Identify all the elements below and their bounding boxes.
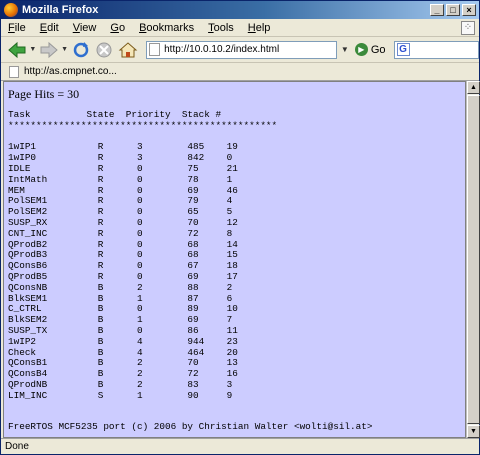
task-row: 1wIP2 B 4 944 23	[8, 335, 238, 347]
page-hits: Page Hits = 30	[8, 87, 80, 101]
scroll-down-button[interactable]: ▼	[467, 425, 480, 438]
menu-help[interactable]: Help	[241, 22, 278, 34]
reload-button[interactable]	[69, 40, 93, 60]
url-dropdown-icon[interactable]: ▼	[339, 41, 351, 59]
menu-view[interactable]: View	[66, 22, 104, 34]
task-row: CNT_INC R 0 72 8	[8, 227, 233, 239]
stop-icon	[96, 42, 112, 57]
task-row: 1wIP1 R 3 485 19	[8, 141, 238, 153]
task-row: QProdB5 R 0 69 17	[8, 270, 238, 282]
task-row: QConsNB B 2 88 2	[8, 281, 233, 293]
title-bar: Mozilla Firefox _ □ ×	[1, 1, 479, 19]
go-button[interactable]: ▶ Go	[354, 43, 386, 56]
forward-dropdown-icon[interactable]: ▼	[61, 46, 69, 53]
url-text[interactable]: http://10.0.10.2/index.html	[164, 44, 279, 55]
task-row: C_CTRL B 0 89 10	[8, 303, 238, 315]
task-row: QConsB4 B 2 72 16	[8, 368, 238, 380]
throbber-icon: ⁘	[461, 21, 475, 35]
home-icon	[118, 41, 138, 57]
close-button[interactable]: ×	[462, 4, 476, 16]
scroll-up-button[interactable]: ▲	[467, 81, 480, 94]
back-arrow-icon	[8, 41, 26, 58]
home-button[interactable]	[116, 40, 140, 60]
search-box[interactable]: G	[393, 40, 479, 59]
bookmark-page-icon	[9, 65, 19, 78]
minimize-button[interactable]: _	[430, 4, 444, 16]
task-row: QConsB1 B 2 70 13	[8, 357, 238, 369]
vertical-scrollbar[interactable]: ▲ ▼	[466, 81, 480, 438]
browser-window: Mozilla Firefox _ □ × File Edit View Go …	[0, 0, 480, 455]
window-controls: _ □ ×	[430, 4, 476, 16]
task-row: QConsB6 R 0 67 18	[8, 260, 238, 272]
bookmarks-toolbar: http://as.cmpnet.co...	[1, 63, 479, 81]
menu-bookmarks[interactable]: Bookmarks	[132, 22, 201, 34]
forward-button[interactable]	[37, 40, 61, 60]
reload-icon	[73, 41, 88, 57]
task-row: PolSEM1 R 0 79 4	[8, 195, 233, 207]
page-content: Page Hits = 30 Task State Priority Stack…	[3, 81, 466, 438]
task-row: 1wIP0 R 3 842 0	[8, 152, 233, 164]
task-row: BlkSEM2 B 1 69 7	[8, 314, 233, 326]
task-row: Check B 4 464 20	[8, 346, 238, 358]
menu-edit[interactable]: Edit	[33, 22, 66, 34]
task-row: IntMath R 0 78 1	[8, 173, 233, 185]
bookmark-item[interactable]: http://as.cmpnet.co...	[24, 66, 117, 77]
task-row: SUSP_TX B 0 86 11	[8, 324, 238, 336]
table-header: Task State Priority Stack #	[8, 109, 222, 120]
task-row: QProdB3 R 0 68 15	[8, 249, 238, 261]
task-row: LIM_INC S 1 90 9	[8, 389, 233, 401]
status-text: Done	[5, 441, 29, 452]
navigation-toolbar: ▼ ▼ http://10.0.10.2/index.html ▼ ▶ Go G	[1, 37, 479, 63]
task-row: SUSP_RX R 0 70 12	[8, 216, 238, 228]
menu-go[interactable]: Go	[103, 22, 132, 34]
go-arrow-icon: ▶	[354, 43, 368, 56]
task-row: BlkSEM1 B 1 87 6	[8, 292, 233, 304]
url-bar[interactable]: http://10.0.10.2/index.html	[146, 40, 337, 59]
menu-tools[interactable]: Tools	[201, 22, 241, 34]
maximize-button[interactable]: □	[446, 4, 460, 16]
stop-button[interactable]	[92, 40, 116, 60]
status-bar: Done	[1, 438, 479, 454]
page-footer: FreeRTOS MCF5235 port (c) 2006 by Christ…	[8, 421, 373, 432]
back-button[interactable]	[5, 40, 29, 60]
scroll-thumb[interactable]	[467, 95, 480, 424]
forward-arrow-icon	[40, 41, 58, 58]
window-title: Mozilla Firefox	[22, 4, 99, 16]
task-row: IDLE R 0 75 21	[8, 162, 238, 174]
task-row: QProdB2 R 0 68 14	[8, 238, 238, 250]
google-icon: G	[396, 43, 410, 56]
menu-file[interactable]: File	[1, 22, 33, 34]
menu-bar: File Edit View Go Bookmarks Tools Help ⁘	[1, 19, 479, 37]
task-row: MEM R 0 69 46	[8, 184, 238, 196]
task-row: PolSEM2 R 0 65 5	[8, 206, 233, 218]
task-table: Task State Priority Stack # ************…	[8, 109, 278, 402]
table-separator: ****************************************…	[8, 119, 278, 131]
firefox-icon	[4, 3, 18, 17]
go-label: Go	[370, 43, 386, 56]
task-row: QProdNB B 2 83 3	[8, 378, 233, 390]
back-dropdown-icon[interactable]: ▼	[29, 46, 37, 53]
page-icon	[149, 43, 161, 56]
